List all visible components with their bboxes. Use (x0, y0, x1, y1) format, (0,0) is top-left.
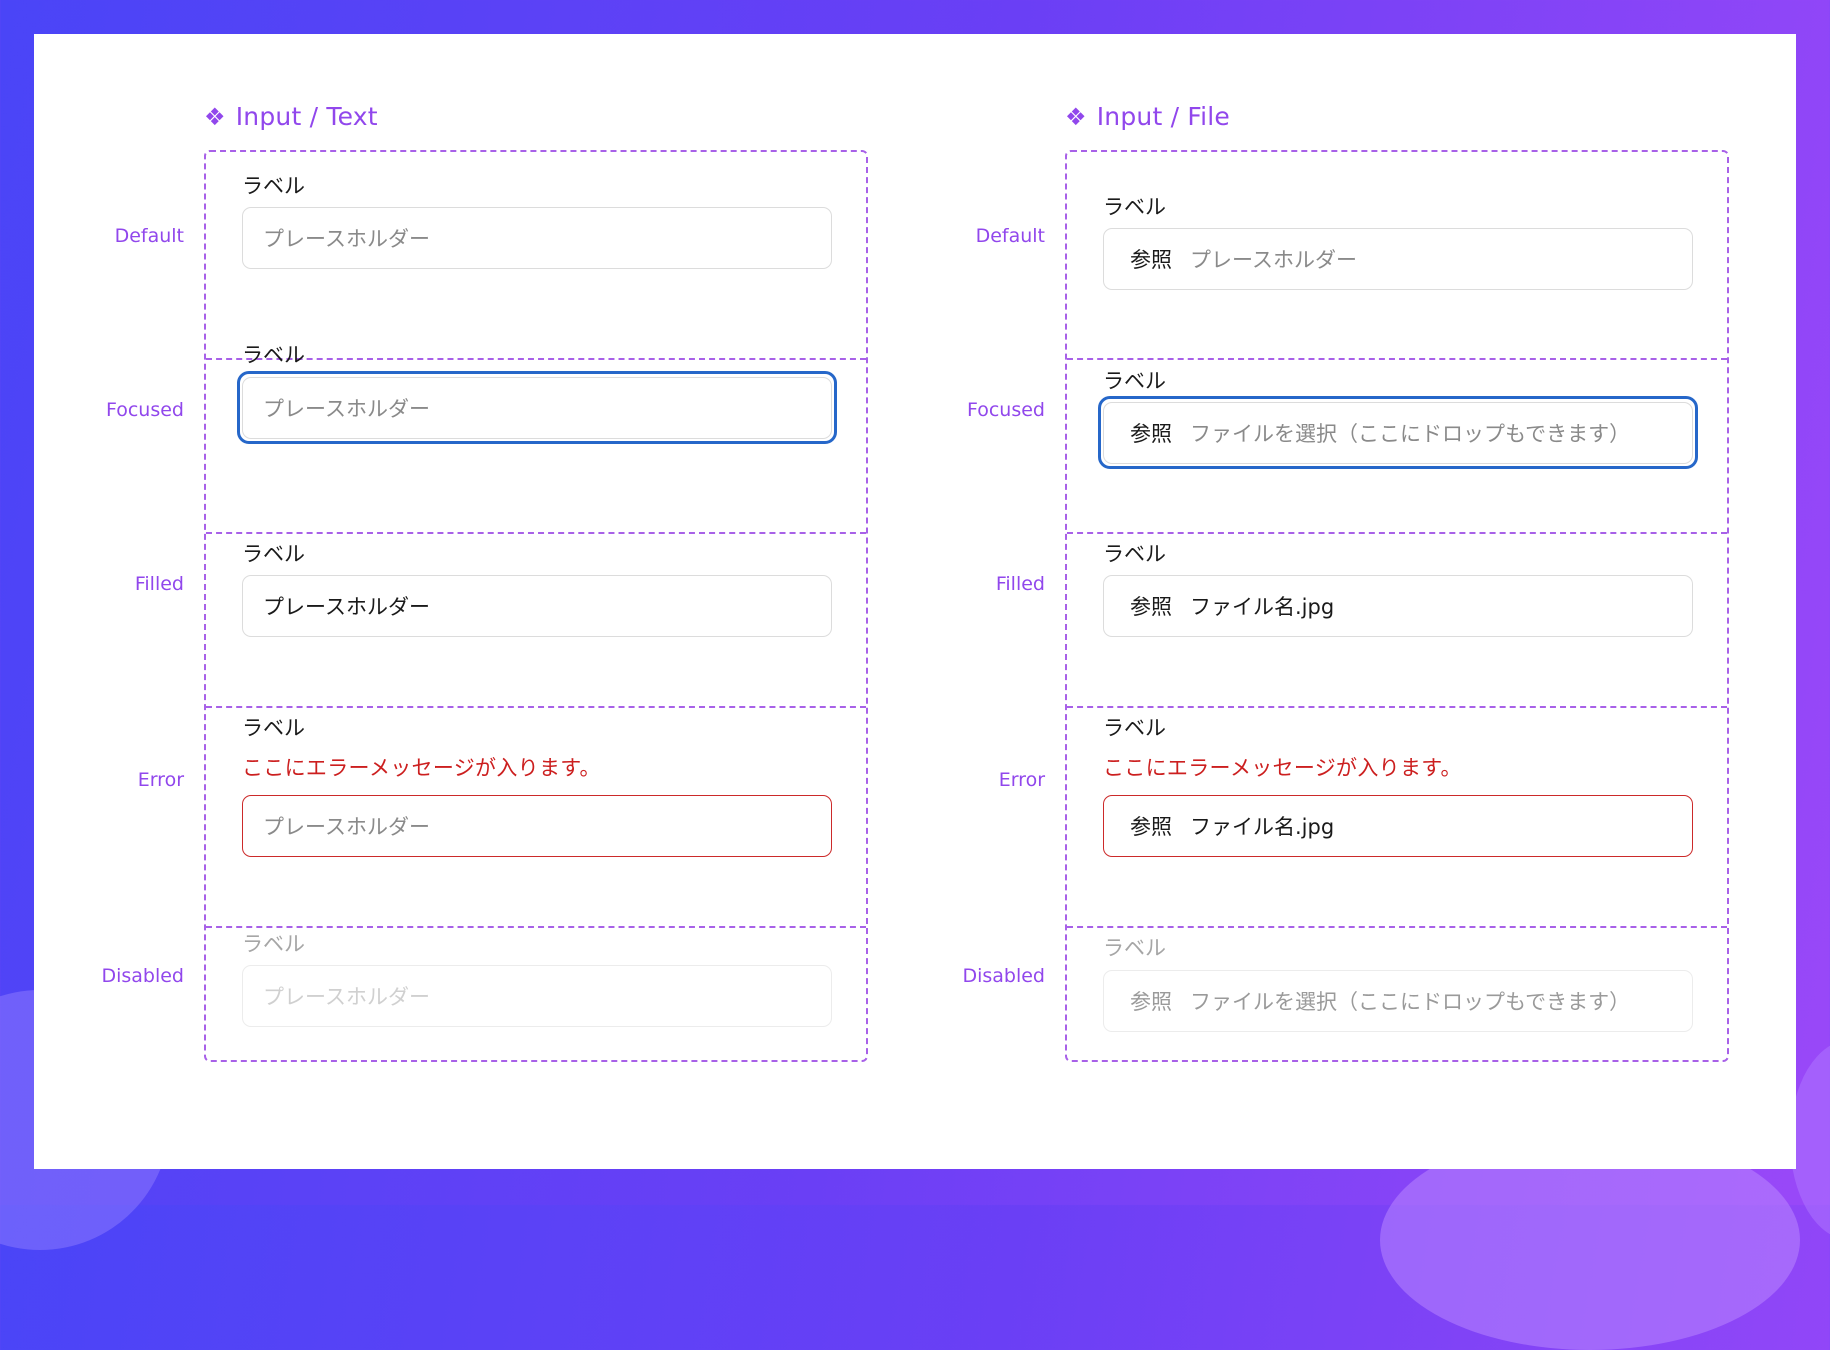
state-label-error: Error (998, 769, 1045, 791)
file-name: ファイル名.jpg (1190, 595, 1335, 619)
variant-divider (206, 358, 866, 360)
text-input-filled[interactable]: プレースホルダー (242, 575, 832, 637)
browse-button[interactable]: 参照 (1130, 811, 1172, 841)
input-placeholder: プレースホルダー (263, 985, 430, 1009)
file-input-error[interactable]: 参照 ファイル名.jpg (1103, 795, 1693, 857)
input-placeholder: プレースホルダー (263, 227, 430, 251)
background-blob (1790, 1040, 1830, 1240)
file-input-default[interactable]: 参照 プレースホルダー (1103, 228, 1693, 290)
state-label-focused: Focused (105, 399, 184, 421)
field-label: ラベル (1103, 369, 1166, 393)
error-message: ここにエラーメッセージが入ります。 (242, 756, 601, 780)
text-input-default[interactable]: プレースホルダー (242, 207, 832, 269)
error-message: ここにエラーメッセージが入ります。 (1103, 756, 1462, 780)
field-label: ラベル (1103, 542, 1166, 566)
state-label-default: Default (114, 225, 184, 247)
file-input-disabled: 参照 ファイルを選択（ここにドロップもできます） (1103, 970, 1693, 1032)
file-placeholder: ファイルを選択（ここにドロップもできます） (1190, 422, 1631, 446)
state-label-default: Default (975, 225, 1045, 247)
browse-button[interactable]: 参照 (1130, 244, 1172, 274)
field-label: ラベル (242, 932, 305, 956)
variant-divider (1067, 532, 1727, 534)
text-input-variants-frame: ラベル プレースホルダー ラベル プレースホルダー ラベル プレースホルダー ラ… (204, 150, 868, 1062)
file-input-variants-frame: ラベル 参照 プレースホルダー ラベル 参照 ファイルを選択（ここにドロップもで… (1065, 150, 1729, 1062)
section-title-label: Input / File (1096, 102, 1231, 131)
file-placeholder: プレースホルダー (1190, 248, 1357, 272)
state-label-disabled: Disabled (101, 965, 184, 987)
field-label: ラベル (242, 343, 305, 367)
browse-button[interactable]: 参照 (1130, 418, 1172, 448)
input-value: プレースホルダー (263, 595, 430, 619)
browse-button: 参照 (1130, 990, 1172, 1014)
file-placeholder: ファイルを選択（ここにドロップもできます） (1190, 990, 1631, 1014)
state-label-filled: Filled (995, 573, 1045, 595)
variant-divider (1067, 358, 1727, 360)
state-label-filled: Filled (134, 573, 184, 595)
variant-divider (206, 926, 866, 928)
state-label-disabled: Disabled (962, 965, 1045, 987)
field-label: ラベル (1103, 936, 1166, 960)
state-label-focused: Focused (966, 399, 1045, 421)
section-title-file: ❖ Input / File (1065, 102, 1230, 131)
variant-divider (1067, 706, 1727, 708)
state-label-error: Error (137, 769, 184, 791)
section-title-label: Input / Text (235, 102, 378, 131)
text-input-focused[interactable]: プレースホルダー (242, 377, 832, 439)
input-placeholder: プレースホルダー (263, 397, 430, 421)
field-label: ラベル (242, 716, 305, 740)
variant-divider (206, 532, 866, 534)
text-input-disabled: プレースホルダー (242, 965, 832, 1027)
section-title-text: ❖ Input / Text (204, 102, 378, 131)
file-input-filled[interactable]: 参照 ファイル名.jpg (1103, 575, 1693, 637)
input-placeholder: プレースホルダー (263, 815, 430, 839)
field-label: ラベル (1103, 195, 1166, 219)
field-label: ラベル (242, 174, 305, 198)
browse-button[interactable]: 参照 (1130, 591, 1172, 621)
component-icon: ❖ (204, 102, 226, 131)
field-label: ラベル (242, 542, 305, 566)
file-name: ファイル名.jpg (1190, 815, 1335, 839)
file-input-focused[interactable]: 参照 ファイルを選択（ここにドロップもできます） (1103, 402, 1693, 464)
artboard: ❖ Input / Text Default Focused Filled Er… (34, 34, 1796, 1169)
variant-divider (1067, 926, 1727, 928)
component-icon: ❖ (1065, 102, 1087, 131)
text-input-error[interactable]: プレースホルダー (242, 795, 832, 857)
variant-divider (206, 706, 866, 708)
field-label: ラベル (1103, 716, 1166, 740)
